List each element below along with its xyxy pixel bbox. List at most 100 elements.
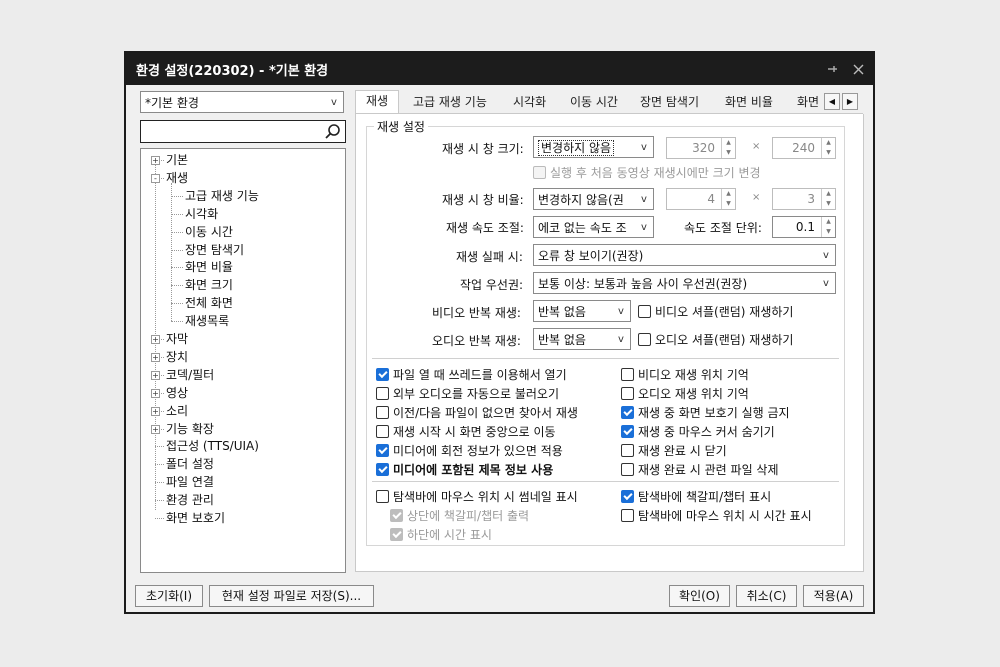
ok-button[interactable]: 확인(O) [669,585,730,607]
tree-item[interactable]: 소리 [166,402,188,420]
tree-item[interactable]: 기능 확장 [166,420,214,438]
pin-icon[interactable] [821,58,843,80]
tree-item[interactable]: 전체 화면 [185,294,233,312]
tree-item[interactable]: 화면 보호기 [166,509,225,527]
expand-icon[interactable]: + [151,424,160,434]
audio-shuffle-label: 오디오 셔플(랜덤) 재생하기 [655,333,794,347]
speed-dropdown[interactable]: 에코 없는 속도 조 v [533,216,654,238]
group-title: 재생 설정 [374,118,428,135]
tree-connector [171,249,183,251]
option-audio-position-checkbox[interactable]: 오디오 재생 위치 기억 [621,385,749,402]
tree-item[interactable]: 자막 [166,330,188,348]
expand-icon[interactable]: + [151,352,160,362]
tree-item[interactable]: 이동 시간 [185,223,233,241]
tab-seek-time[interactable]: 이동 시간 [560,92,628,113]
expand-icon[interactable]: + [151,370,160,380]
ratio-label: 재생 시 창 비율: [442,193,524,207]
option-label: 미디어에 포함된 제목 정보 사용 [393,463,554,477]
first-video-only-checkbox[interactable]: 실행 후 처음 동영상 재생시에만 크기 변경 [533,164,761,181]
tab-visualization[interactable]: 시각화 [503,92,556,113]
tree-item[interactable]: 폴더 설정 [166,455,214,473]
seekbar-thumbnail-checkbox[interactable]: 탐색바에 마우스 위치 시 썸네일 표시 [376,488,578,505]
window-size-dropdown[interactable]: 변경하지 않음 v [533,136,654,158]
height-stepper[interactable]: 240 ▲ ▼ [772,137,836,159]
option-label: 외부 오디오를 자동으로 불러오기 [393,387,560,401]
option-find-next-checkbox[interactable]: 이전/다음 파일이 없으면 찾아서 재생 [376,404,578,421]
speed-unit-value: 0.1 [795,220,815,234]
option-external-audio-checkbox[interactable]: 외부 오디오를 자동으로 불러오기 [376,385,559,402]
cancel-button[interactable]: 취소(C) [736,585,797,607]
option-close-on-complete-checkbox[interactable]: 재생 완료 시 닫기 [621,442,727,459]
priority-dropdown[interactable]: 보통 이상: 보통과 높음 사이 우선권(권장) v [533,272,836,294]
option-apply-rotation-checkbox[interactable]: 미디어에 회전 정보가 있으면 적용 [376,442,563,459]
option-use-title-info-checkbox[interactable]: 미디어에 포함된 제목 정보 사용 [376,461,553,478]
tree-item[interactable]: 환경 관리 [166,491,214,509]
expand-icon[interactable]: + [151,156,160,165]
ratio-dropdown[interactable]: 변경하지 않음(권 v [533,188,654,210]
priority-value: 보통 이상: 보통과 높음 사이 우선권(권장) [538,276,748,291]
chevron-down-icon: v [641,193,647,205]
tree-item[interactable]: 코덱/필터 [166,366,214,384]
profile-dropdown[interactable]: *기본 환경 v [140,91,344,113]
option-label: 재생 완료 시 닫기 [638,444,727,458]
seekbar-time-hover-checkbox[interactable]: 탐색바에 마우스 위치 시 시간 표시 [621,507,812,524]
tree-item[interactable]: 재생 [166,169,188,187]
chevron-down-icon: v [618,333,624,345]
tree-item[interactable]: 시각화 [185,205,218,223]
width-value: 320 [692,141,715,155]
tree-item[interactable]: 장면 탐색기 [185,241,244,259]
video-repeat-dropdown[interactable]: 반복 없음 v [533,300,631,322]
tree-item[interactable]: 화면 비율 [185,258,233,276]
speed-unit-stepper[interactable]: 0.1 ▲ ▼ [772,216,836,238]
tab-screen[interactable]: 화면 [787,92,829,113]
tree-item[interactable]: 화면 크기 [185,276,233,294]
width-stepper[interactable]: 320 ▲ ▼ [666,137,736,159]
option-delete-on-complete-checkbox[interactable]: 재생 완료 시 관련 파일 삭제 [621,461,779,478]
save-settings-file-button[interactable]: 현재 설정 파일로 저장(S)... [209,585,374,607]
option-center-window-checkbox[interactable]: 재생 시작 시 화면 중앙으로 이동 [376,423,556,440]
seekbar-chapter-show-label: 탐색바에 책갈피/챕터 표시 [638,490,772,504]
tree-item[interactable]: 기본 [166,151,188,169]
tree-connector [171,267,183,269]
seekbar-time-bottom-checkbox[interactable]: 하단에 시간 표시 [390,526,492,543]
seekbar-chapter-top-checkbox[interactable]: 상단에 책갈피/챕터 출력 [390,507,529,524]
expand-icon[interactable]: + [151,335,160,344]
window-size-value: 변경하지 않음 [538,139,615,156]
tab-scene-explorer[interactable]: 장면 탐색기 [630,92,709,113]
option-no-screensaver-checkbox[interactable]: 재생 중 화면 보호기 실행 금지 [621,404,790,421]
first-video-only-label: 실행 후 처음 동영상 재생시에만 크기 변경 [550,166,761,180]
video-shuffle-checkbox[interactable]: 비디오 셔플(랜덤) 재생하기 [638,303,793,320]
tree-item[interactable]: 고급 재생 기능 [185,187,259,205]
tree-item[interactable]: 재생목록 [185,312,229,330]
tab-scroll-right-icon[interactable]: ▶ [842,93,858,110]
seekbar-chapter-show-checkbox[interactable]: 탐색바에 책갈피/챕터 표시 [621,488,771,505]
tab-playback[interactable]: 재생 [355,90,400,113]
apply-button[interactable]: 적용(A) [803,585,864,607]
tree-connector [171,303,183,305]
tree-connector [155,446,164,448]
tab-aspect-ratio[interactable]: 화면 비율 [715,92,783,113]
tree-item[interactable]: 장치 [166,348,188,366]
close-icon[interactable] [847,58,869,80]
tree-item[interactable]: 파일 연결 [166,473,214,491]
expand-icon[interactable]: + [151,406,160,416]
tree-item[interactable]: 영상 [166,384,188,402]
tab-advanced-playback[interactable]: 고급 재생 기능 [403,92,497,113]
collapse-icon[interactable]: - [151,173,160,183]
option-video-position-checkbox[interactable]: 비디오 재생 위치 기억 [621,366,749,383]
option-thread-open-checkbox[interactable]: 파일 열 때 쓰레드를 이용해서 열기 [376,366,567,383]
ratio-width-stepper[interactable]: 4 ▲ ▼ [666,188,736,210]
audio-shuffle-checkbox[interactable]: 오디오 셔플(랜덤) 재생하기 [638,331,793,348]
settings-search-input[interactable] [140,120,346,143]
fail-dropdown[interactable]: 오류 창 보이기(권장) v [533,244,836,266]
tree-connector [171,195,183,197]
search-icon[interactable] [324,123,341,140]
ratio-width-value: 4 [707,192,715,206]
audio-repeat-dropdown[interactable]: 반복 없음 v [533,328,631,350]
ratio-height-stepper[interactable]: 3 ▲ ▼ [772,188,836,210]
tree-item[interactable]: 접근성 (TTS/UIA) [166,437,259,455]
option-hide-cursor-checkbox[interactable]: 재생 중 마우스 커서 숨기기 [621,423,775,440]
reset-button[interactable]: 초기화(I) [135,585,203,607]
expand-icon[interactable]: + [151,388,160,398]
tab-scroll-left-icon[interactable]: ◀ [824,93,840,110]
